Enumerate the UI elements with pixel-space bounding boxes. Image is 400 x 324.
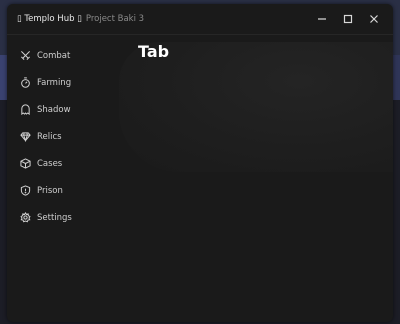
ghost-icon bbox=[20, 104, 31, 115]
sidebar-item-combat[interactable]: Combat bbox=[7, 42, 117, 69]
app-subtitle: Project Baki 3 bbox=[85, 14, 145, 24]
sidebar-item-shadow[interactable]: Shadow bbox=[7, 96, 117, 123]
swords-icon bbox=[20, 50, 31, 61]
sidebar-item-relics[interactable]: Relics bbox=[7, 123, 117, 150]
title-divider bbox=[7, 34, 393, 35]
sidebar-item-prison[interactable]: Prison bbox=[7, 177, 117, 204]
minimize-icon bbox=[318, 18, 326, 20]
sidebar-item-cases[interactable]: Cases bbox=[7, 150, 117, 177]
gem-icon bbox=[20, 131, 31, 142]
shield-icon bbox=[20, 185, 31, 196]
close-icon bbox=[370, 15, 378, 23]
minimize-button[interactable] bbox=[309, 11, 335, 27]
window-title: ▯ Templo Hub ▯ Project Baki 3 bbox=[7, 14, 144, 24]
sidebar-item-label: Cases bbox=[37, 158, 63, 169]
app-window: ▯ Templo Hub ▯ Project Baki 3 Combat Far… bbox=[7, 4, 393, 322]
maximize-icon bbox=[343, 14, 353, 24]
sidebar: Combat Farming Shadow Relics Cases Priso… bbox=[7, 42, 117, 231]
close-button[interactable] bbox=[361, 11, 387, 27]
box-icon bbox=[20, 158, 31, 169]
sidebar-item-label: Prison bbox=[37, 185, 63, 196]
sidebar-item-label: Combat bbox=[37, 50, 71, 61]
sidebar-item-label: Relics bbox=[37, 131, 62, 142]
sidebar-item-settings[interactable]: Settings bbox=[7, 204, 117, 231]
sidebar-item-label: Settings bbox=[37, 212, 72, 223]
title-bar[interactable]: ▯ Templo Hub ▯ Project Baki 3 bbox=[7, 4, 393, 34]
window-controls bbox=[309, 11, 387, 27]
sidebar-item-label: Shadow bbox=[37, 104, 71, 115]
sidebar-item-farming[interactable]: Farming bbox=[7, 69, 117, 96]
timer-icon bbox=[20, 77, 31, 88]
gear-icon bbox=[20, 212, 31, 223]
page-title: Tab bbox=[138, 42, 170, 61]
sidebar-item-label: Farming bbox=[37, 77, 72, 88]
content-background bbox=[119, 42, 393, 172]
app-title: ▯ Templo Hub ▯ bbox=[17, 14, 82, 24]
maximize-button[interactable] bbox=[335, 11, 361, 27]
